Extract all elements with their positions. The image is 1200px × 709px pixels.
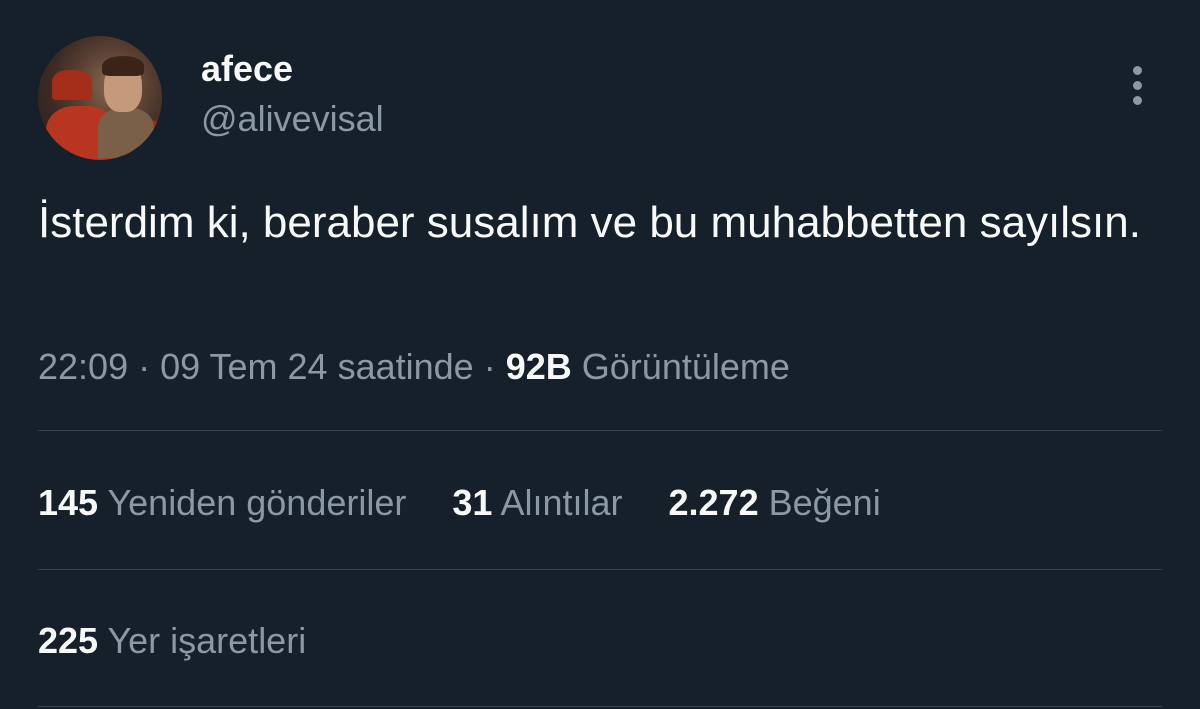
divider: [38, 569, 1162, 570]
author-handle[interactable]: @alivevisal: [201, 98, 384, 140]
likes-stat[interactable]: 2.272 Beğeni: [669, 478, 881, 528]
tweet-date[interactable]: 09 Tem 24 saatinde: [160, 346, 474, 387]
likes-label: Beğeni: [768, 482, 881, 523]
meta-separator: ·: [138, 346, 151, 387]
tweet-text: İsterdim ki, beraber susalım ve bu muhab…: [38, 198, 1141, 247]
bookmarks-stat[interactable]: 225 Yer işaretleri: [38, 616, 342, 666]
divider: [38, 706, 1162, 707]
views-count: 92B: [505, 346, 572, 387]
avatar-figure-hair: [102, 56, 144, 76]
retweets-stat[interactable]: 145 Yeniden gönderiler: [38, 478, 406, 528]
divider: [38, 430, 1162, 431]
bookmarks-label: Yer işaretleri: [107, 620, 307, 661]
more-vertical-icon[interactable]: [1126, 66, 1150, 106]
quotes-stat[interactable]: 31 Alıntılar: [452, 478, 622, 528]
quotes-label: Alıntılar: [500, 482, 623, 523]
tweet-time[interactable]: 22:09: [38, 346, 128, 387]
avatar-seat: [52, 70, 92, 100]
retweets-label: Yeniden gönderiler: [107, 482, 407, 523]
avatar[interactable]: [38, 36, 162, 160]
author-name[interactable]: afece: [201, 48, 293, 90]
meta-separator: ·: [483, 346, 496, 387]
engagement-stats: 145 Yeniden gönderiler 31 Alıntılar 2.27…: [38, 478, 917, 528]
quotes-count: 31: [452, 482, 493, 523]
tweet-detail: afece @alivevisal İsterdim ki, beraber s…: [0, 0, 1200, 709]
likes-count: 2.272: [668, 482, 759, 523]
bookmarks-count: 225: [38, 620, 99, 661]
retweets-count: 145: [38, 482, 99, 523]
views-label: Görüntüleme: [581, 346, 790, 387]
tweet-meta: 22:09 · 09 Tem 24 saatinde · 92B Görüntü…: [38, 342, 790, 392]
avatar-figure-body: [98, 108, 154, 158]
